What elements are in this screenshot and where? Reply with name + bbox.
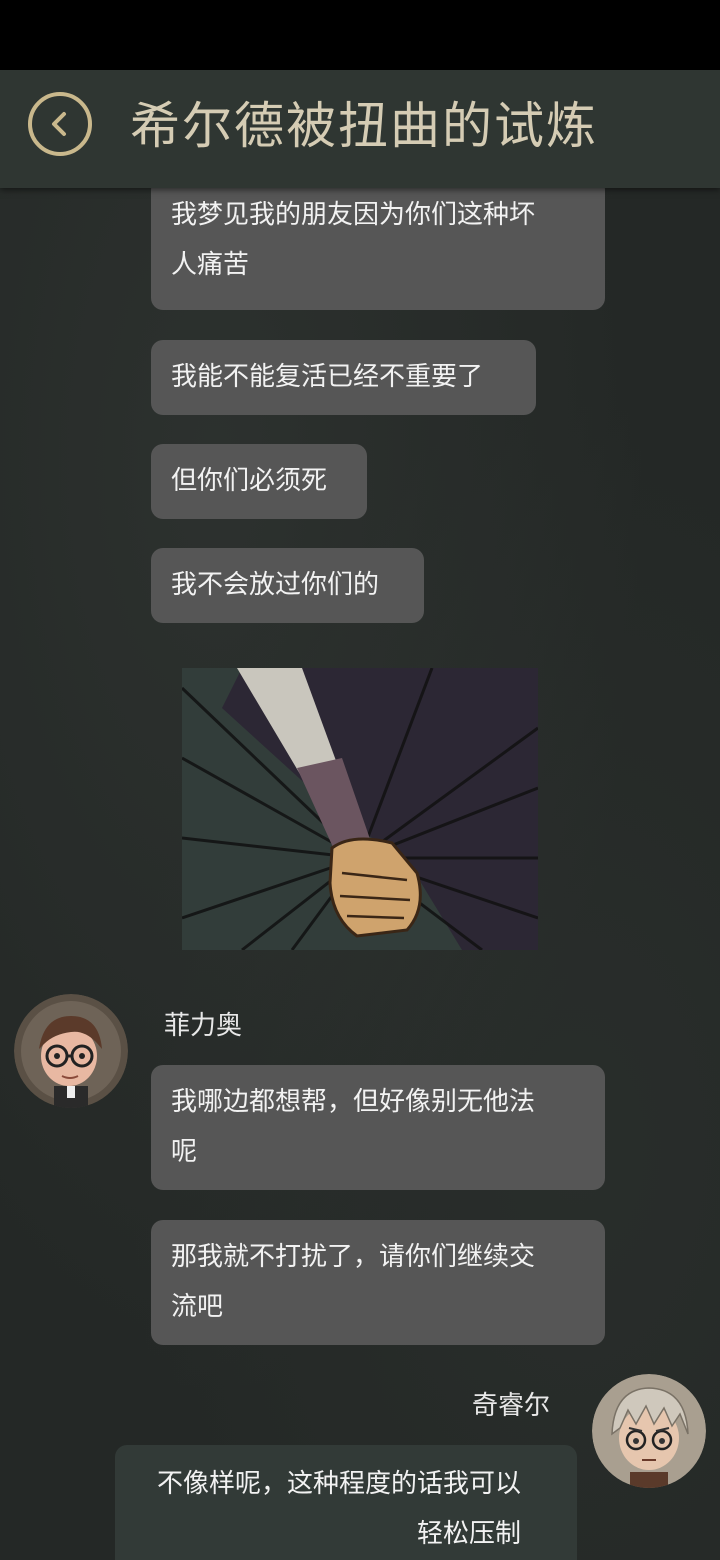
message-bubble: 我梦见我的朋友因为你们这种坏 人痛苦 [151,188,605,310]
avatar-filio[interactable] [14,994,128,1108]
message-bubble: 那我就不打扰了，请你们继续交 流吧 [151,1220,605,1345]
avatar-qiruier[interactable] [592,1374,706,1488]
page-title: 希尔德被扭曲的试炼 [130,97,598,155]
message-bubble: 但你们必须死 [151,444,367,519]
back-button[interactable] [28,92,92,156]
message-bubble: 我哪边都想帮，但好像别无他法 呢 [151,1065,605,1190]
sender-name: 奇睿尔 [472,1391,551,1421]
comic-panel-image [180,667,539,952]
avatar-image [14,994,128,1108]
top-bar: 希尔德被扭曲的试炼 [0,70,720,188]
message-image[interactable] [180,667,539,952]
avatar-image [592,1374,706,1488]
message-bubble-self: 不像样呢，这种程度的话我可以 轻松压制 [115,1445,577,1560]
sender-name: 菲力奥 [164,1011,243,1041]
status-bar [0,0,720,70]
chevron-left-icon [52,112,66,136]
message-bubble: 我能不能复活已经不重要了 [151,340,536,415]
chat-log[interactable]: 我梦见我的朋友因为你们这种坏 人痛苦 我能不能复活已经不重要了 但你们必须死 我… [0,188,720,1560]
message-bubble: 我不会放过你们的 [151,548,424,623]
